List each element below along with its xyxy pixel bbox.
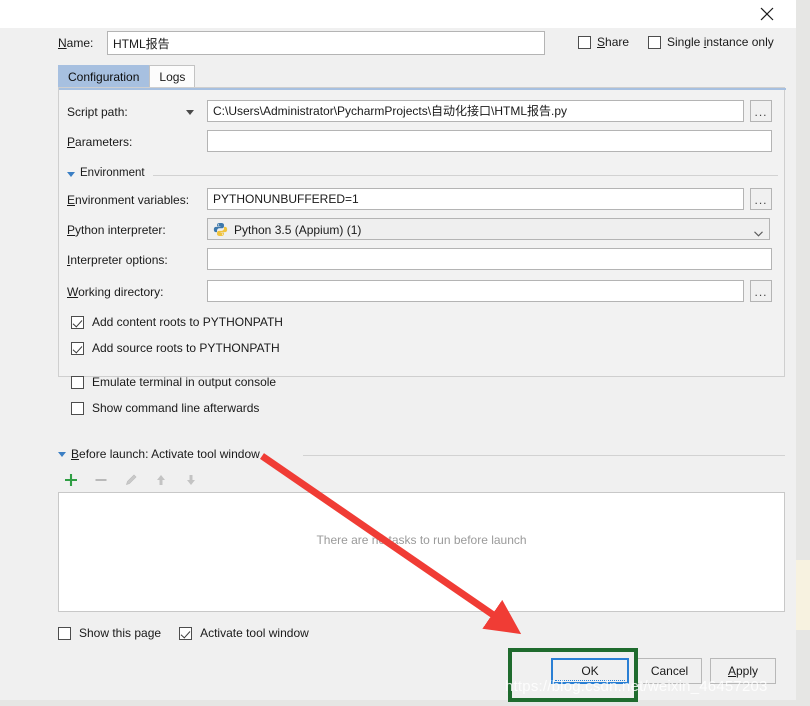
before-launch-toolbar <box>62 468 262 492</box>
focus-indicator <box>555 680 625 681</box>
before-launch-options: Show this page Activate tool window <box>58 624 309 642</box>
backdrop-strip <box>795 560 810 630</box>
before-launch-task-list[interactable]: There are no tasks to run before launch <box>58 492 785 612</box>
name-input[interactable] <box>107 31 545 55</box>
triangle-down-icon[interactable] <box>58 452 66 457</box>
python-logo-icon <box>213 222 228 237</box>
activate-tool-window-checkbox[interactable]: Activate tool window <box>179 626 309 640</box>
name-label: Name: <box>58 36 94 50</box>
interpreter-options-label: Interpreter options: <box>67 253 168 267</box>
before-launch-empty-text: There are no tasks to run before launch <box>316 533 527 547</box>
ok-button[interactable]: OK <box>551 658 629 684</box>
show-command-line-checkbox-box <box>71 401 84 415</box>
script-path-mode-chevron-down-icon[interactable] <box>183 105 197 119</box>
activate-tool-window-label: Activate tool window <box>200 626 309 640</box>
add-task-button[interactable] <box>62 471 80 489</box>
working-directory-row: Working directory: ... <box>59 278 786 304</box>
before-launch-header: Before launch: Activate tool window <box>58 447 785 463</box>
move-task-down-arrow-icon <box>182 471 200 489</box>
script-path-input[interactable]: C:\Users\Administrator\PycharmProjects\自… <box>207 100 744 122</box>
triangle-down-icon[interactable] <box>67 172 75 177</box>
remove-task-button <box>92 471 110 489</box>
dialog-action-bar: OK Cancel Apply <box>0 658 796 692</box>
script-path-browse-button[interactable]: ... <box>750 100 772 122</box>
single-instance-checkbox-label: Single instance only <box>667 35 774 49</box>
tab-configuration[interactable]: Configuration <box>58 65 150 88</box>
parameters-label: Parameters: <box>67 135 133 149</box>
emulate-terminal-checkbox[interactable]: Emulate terminal in output console <box>71 374 276 390</box>
show-this-page-label: Show this page <box>79 626 162 640</box>
environment-variables-browse-button[interactable]: ... <box>750 188 772 210</box>
parameters-input[interactable] <box>207 130 772 152</box>
close-icon[interactable] <box>744 0 790 28</box>
add-content-roots-checkbox[interactable]: Add content roots to PYTHONPATH <box>71 314 283 330</box>
script-path-label: Script path: <box>67 105 128 119</box>
environment-group-header: Environment <box>67 167 778 183</box>
add-content-roots-checkbox-box <box>71 315 84 329</box>
python-interpreter-row: Python interpreter: Python 3.5 (Appium) … <box>59 216 786 242</box>
add-source-roots-checkbox[interactable]: Add source roots to PYTHONPATH <box>71 340 280 356</box>
parameters-row: Parameters: <box>59 128 786 154</box>
add-source-roots-checkbox-box <box>71 341 84 355</box>
python-interpreter-label: Python interpreter: <box>67 223 166 237</box>
cancel-button[interactable]: Cancel <box>637 658 702 684</box>
chevron-down-icon[interactable] <box>754 226 763 237</box>
interpreter-options-input[interactable] <box>207 248 772 270</box>
environment-variables-input[interactable]: PYTHONUNBUFFERED=1 <box>207 188 744 210</box>
group-separator-line <box>153 175 778 176</box>
show-this-page-checkbox-box <box>58 626 71 640</box>
emulate-terminal-label: Emulate terminal in output console <box>92 375 277 389</box>
emulate-terminal-checkbox-box <box>71 375 84 389</box>
interpreter-options-row: Interpreter options: <box>59 246 786 272</box>
tab-bar: Configuration Logs <box>58 64 196 88</box>
activate-tool-window-checkbox-box <box>179 626 193 640</box>
working-directory-label: Working directory: <box>67 285 164 299</box>
ok-button-label: OK <box>581 664 599 678</box>
run-debug-configurations-dialog: Name: Share Single instance only Configu… <box>0 0 796 700</box>
working-directory-input[interactable] <box>207 280 744 302</box>
show-this-page-checkbox[interactable]: Show this page <box>58 626 161 640</box>
environment-variables-label: Environment variables: <box>67 193 190 207</box>
before-launch-label: Before launch: Activate tool window <box>71 447 266 461</box>
single-instance-only-checkbox[interactable]: Single instance only <box>648 35 774 49</box>
name-row: Name: Share Single instance only <box>0 28 796 61</box>
show-command-line-label: Show command line afterwards <box>92 401 260 415</box>
share-checkbox-label: Share <box>597 35 630 49</box>
environment-variables-row: Environment variables: PYTHONUNBUFFERED=… <box>59 186 786 212</box>
configuration-panel: Script path: C:\Users\Administrator\Pych… <box>58 87 786 415</box>
add-source-roots-label: Add source roots to PYTHONPATH <box>92 341 280 355</box>
share-checkbox[interactable]: Share <box>578 35 629 49</box>
show-command-line-checkbox[interactable]: Show command line afterwards <box>71 400 259 416</box>
add-content-roots-label: Add content roots to PYTHONPATH <box>92 315 283 329</box>
working-directory-browse-button[interactable]: ... <box>750 280 772 302</box>
python-interpreter-value: Python 3.5 (Appium) (1) <box>234 223 362 237</box>
single-instance-checkbox-box <box>648 35 661 49</box>
python-interpreter-select[interactable]: Python 3.5 (Appium) (1) <box>207 218 770 240</box>
group-separator-line <box>303 455 785 456</box>
panel-top-accent <box>59 88 786 90</box>
tab-logs[interactable]: Logs <box>149 65 196 88</box>
dialog-titlebar <box>0 0 796 28</box>
move-task-up-arrow-icon <box>152 471 170 489</box>
edit-task-pencil-icon <box>122 471 140 489</box>
environment-group-label: Environment <box>80 167 150 179</box>
script-path-row: Script path: C:\Users\Administrator\Pych… <box>59 98 786 124</box>
apply-button[interactable]: Apply <box>710 658 776 684</box>
share-checkbox-box <box>578 35 591 49</box>
